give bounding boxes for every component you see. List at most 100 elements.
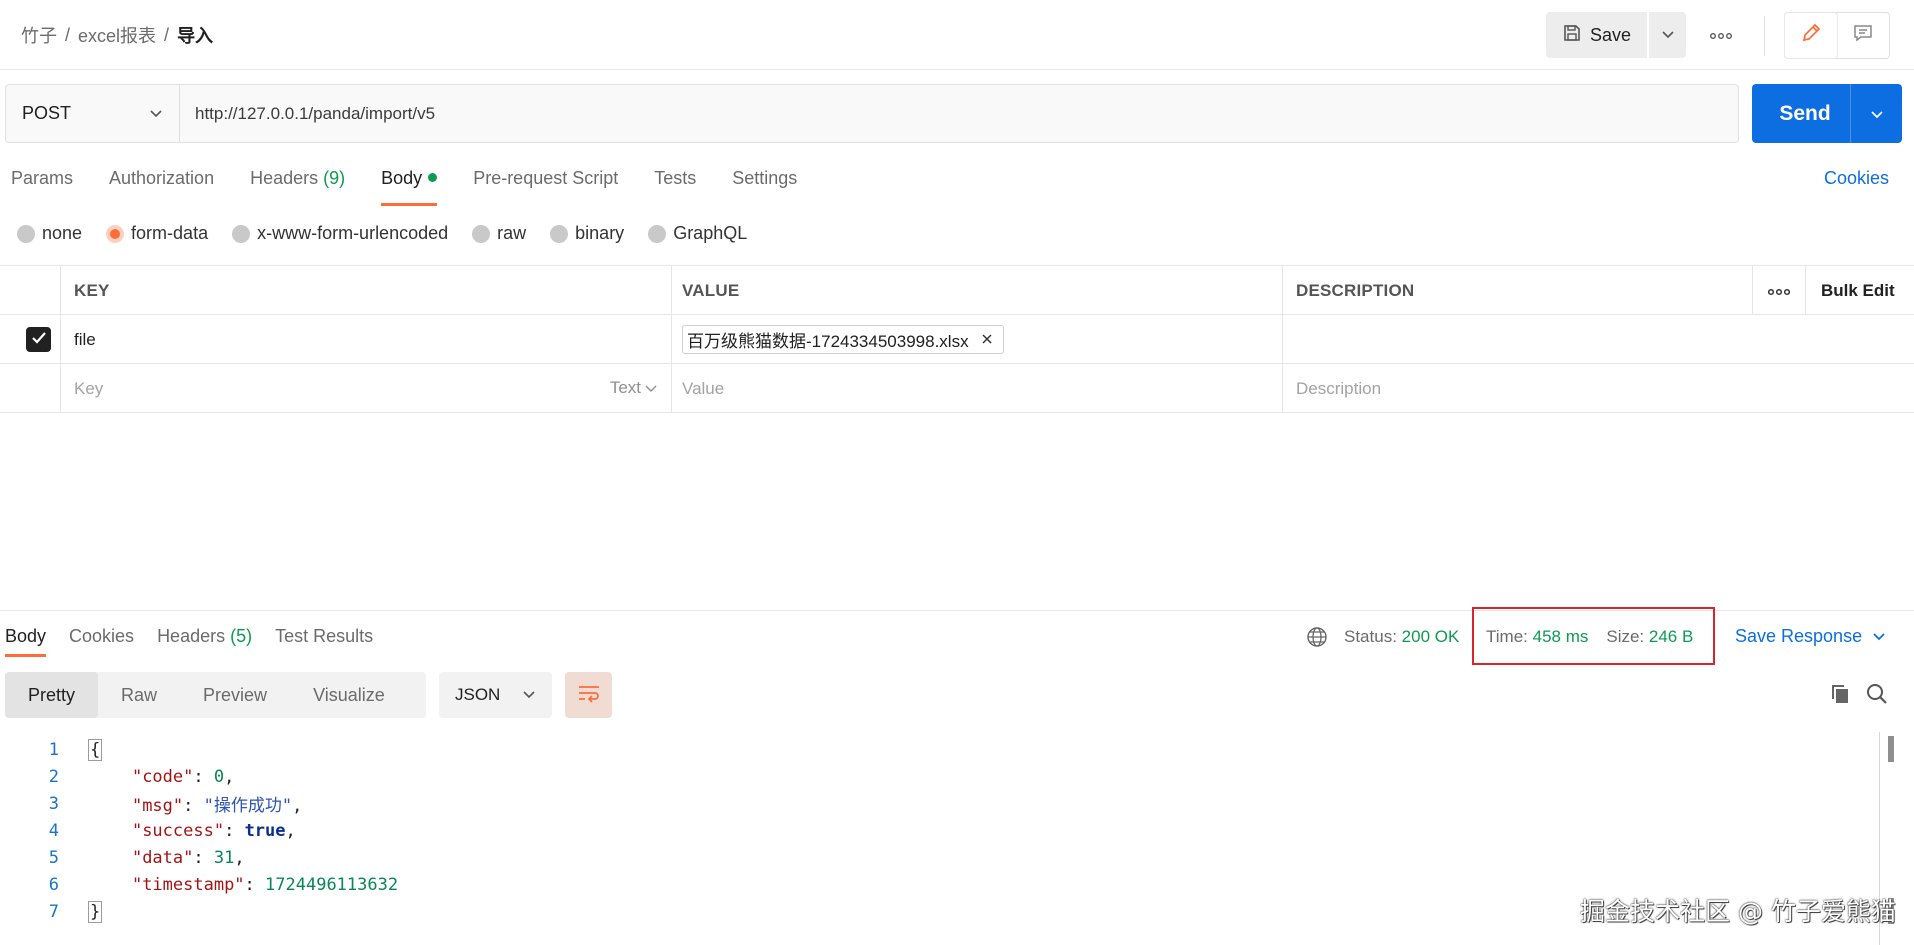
row-value-cell[interactable]: 百万级熊猫数据-1724334503998.xlsx xyxy=(671,315,1282,364)
breadcrumb-current-request[interactable]: 导入 xyxy=(177,22,213,48)
new-value-input[interactable]: Value xyxy=(671,364,1282,413)
response-size[interactable]: Size: 246 B xyxy=(1606,627,1693,647)
file-name: 百万级熊猫数据-1724334503998.xlsx xyxy=(687,332,969,351)
more-actions-button[interactable] xyxy=(1706,22,1736,48)
radio-button[interactable] xyxy=(472,224,491,243)
url-input[interactable]: http://127.0.0.1/panda/import/v5 xyxy=(179,84,1739,143)
body-type-label: none xyxy=(42,223,83,243)
line-content: "code": 0, xyxy=(131,766,235,787)
view-pretty-button[interactable]: Pretty xyxy=(5,672,99,718)
new-key-input[interactable]: Key Text xyxy=(60,364,671,413)
body-type-label: form-data xyxy=(131,223,209,243)
radio-button[interactable] xyxy=(550,224,569,243)
radio-button[interactable] xyxy=(648,224,667,243)
body-type-graphql[interactable]: GraphQL xyxy=(648,223,747,244)
response-tab-body[interactable]: Body xyxy=(5,626,47,657)
radio-button[interactable] xyxy=(17,224,35,243)
body-type-label: GraphQL xyxy=(673,223,748,243)
send-button[interactable]: Send xyxy=(1752,102,1850,126)
breadcrumb-item-collection[interactable]: excel报表 xyxy=(78,22,156,48)
row-description-cell[interactable] xyxy=(1282,315,1752,364)
save-button-label: Save xyxy=(1589,24,1632,45)
json-key: "timestamp" xyxy=(131,874,245,895)
body-type-binary[interactable]: binary xyxy=(550,223,624,244)
chevron-down-icon xyxy=(1870,102,1884,126)
line-number: 7 xyxy=(48,901,59,922)
save-response-label: Save Response xyxy=(1735,626,1863,646)
time-size-metrics: Time: 458 ms Size: 246 B xyxy=(1486,627,1693,647)
body-type-label: raw xyxy=(497,223,527,243)
chevron-down-icon xyxy=(645,378,657,398)
edit-mode-button[interactable] xyxy=(1785,13,1837,58)
cookies-link[interactable]: Cookies xyxy=(1824,168,1889,189)
wrap-lines-button[interactable] xyxy=(565,672,612,718)
column-header-description: DESCRIPTION xyxy=(1282,266,1752,315)
bulk-edit-button[interactable]: Bulk Edit xyxy=(1805,266,1914,315)
view-raw-button[interactable]: Raw xyxy=(98,672,180,718)
chevron-down-icon xyxy=(149,103,163,124)
view-visualize-button[interactable]: Visualize xyxy=(290,672,408,718)
response-time[interactable]: Time: 458 ms xyxy=(1486,627,1588,647)
json-value: "操作成功" xyxy=(203,796,293,816)
response-tab-headers[interactable]: Headers (5) xyxy=(157,626,252,647)
body-type-none[interactable]: none xyxy=(17,223,82,244)
watermark: 掘金技术社区 @ 竹子爱熊猫 xyxy=(1580,897,1896,926)
line-content: "data": 31, xyxy=(131,847,245,868)
row-key: file xyxy=(74,329,96,349)
code-line: 3 "msg": "操作成功", xyxy=(0,790,1880,817)
new-row: Key Text Value Description xyxy=(0,364,1914,413)
response-tabs: Body Cookies Headers (5) Test Results xyxy=(5,626,396,657)
row-enabled-checkbox[interactable] xyxy=(26,327,51,352)
close-icon[interactable] xyxy=(981,330,993,350)
row-extra-cell xyxy=(1752,315,1805,364)
breadcrumb-item-workspace[interactable]: 竹子 xyxy=(21,22,57,48)
tab-body[interactable]: Body xyxy=(381,168,438,206)
tab-headers-label: Headers xyxy=(250,168,319,188)
column-header-key: KEY xyxy=(60,266,671,315)
line-number: 5 xyxy=(48,847,59,868)
body-type-form-data[interactable]: form-data xyxy=(106,223,208,244)
tab-authorization[interactable]: Authorization xyxy=(109,168,214,204)
json-close-brace: } xyxy=(88,900,103,923)
body-type-urlencoded[interactable]: x-www-form-urlencoded xyxy=(232,223,448,244)
comments-button[interactable] xyxy=(1837,13,1889,58)
save-options-button[interactable] xyxy=(1649,12,1686,58)
line-number: 6 xyxy=(48,874,59,895)
send-options-button[interactable] xyxy=(1850,84,1902,143)
row-key-cell[interactable]: file xyxy=(60,315,671,364)
field-type-select[interactable]: Text xyxy=(610,378,657,398)
status-value[interactable]: 200 OK xyxy=(1402,627,1460,647)
line-content: } xyxy=(59,900,103,923)
new-description-input[interactable]: Description xyxy=(1282,364,1752,413)
save-button[interactable]: Save xyxy=(1546,12,1647,58)
tab-headers[interactable]: Headers (9) xyxy=(250,168,345,204)
save-response-button[interactable]: Save Response xyxy=(1735,626,1886,647)
line-content: { xyxy=(59,738,103,761)
scrollbar-thumb[interactable] xyxy=(1888,736,1894,762)
tab-tests[interactable]: Tests xyxy=(654,168,696,204)
format-select[interactable]: JSON xyxy=(439,672,552,718)
copy-icon[interactable] xyxy=(1829,683,1851,710)
breadcrumb-separator: / xyxy=(65,24,71,45)
tab-params[interactable]: Params xyxy=(11,168,73,204)
method-select[interactable]: POST xyxy=(5,84,179,143)
body-type-raw[interactable]: raw xyxy=(472,223,526,244)
search-icon[interactable] xyxy=(1866,683,1888,710)
line-number: 4 xyxy=(48,820,59,841)
tab-prerequest-script[interactable]: Pre-request Script xyxy=(473,168,618,204)
request-tabs: Params Authorization Headers (9) Body Pr… xyxy=(11,168,833,206)
body-type-label: x-www-form-urlencoded xyxy=(257,223,449,243)
status-label: Status: xyxy=(1344,627,1397,646)
chevron-down-icon xyxy=(1661,25,1675,45)
globe-icon[interactable] xyxy=(1306,626,1328,648)
row-checkbox-cell xyxy=(0,364,60,413)
response-tab-cookies[interactable]: Cookies xyxy=(69,626,134,647)
tab-settings[interactable]: Settings xyxy=(732,168,797,204)
response-tab-test-results[interactable]: Test Results xyxy=(275,626,373,647)
line-number: 2 xyxy=(48,766,59,787)
radio-button-selected[interactable] xyxy=(106,224,125,243)
view-preview-button[interactable]: Preview xyxy=(180,672,290,718)
column-options-button[interactable] xyxy=(1752,266,1805,315)
radio-button[interactable] xyxy=(232,224,251,243)
json-value: 0 xyxy=(213,766,225,787)
